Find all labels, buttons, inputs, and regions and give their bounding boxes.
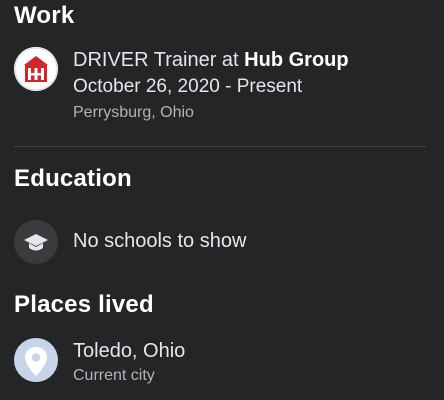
current-city-link[interactable]: Toledo, Ohio <box>73 340 185 363</box>
job-role: DRIVER Trainer at <box>73 49 245 71</box>
job-dates: October 26, 2020 - Present <box>73 76 303 97</box>
location-pin-icon <box>14 338 58 382</box>
education-section-title: Education <box>14 165 132 192</box>
no-schools-text: No schools to show <box>73 230 247 252</box>
section-divider <box>14 146 426 147</box>
current-city-label: Current city <box>73 367 155 384</box>
hub-group-logo-icon[interactable] <box>14 47 58 91</box>
graduation-cap-icon <box>14 220 58 264</box>
job-title[interactable]: DRIVER Trainer at Hub Group <box>73 49 349 72</box>
places-section-title: Places lived <box>14 291 154 318</box>
work-section-title: Work <box>14 2 75 29</box>
job-location: Perrysburg, Ohio <box>73 104 194 121</box>
company-link[interactable]: Hub Group <box>244 49 348 71</box>
